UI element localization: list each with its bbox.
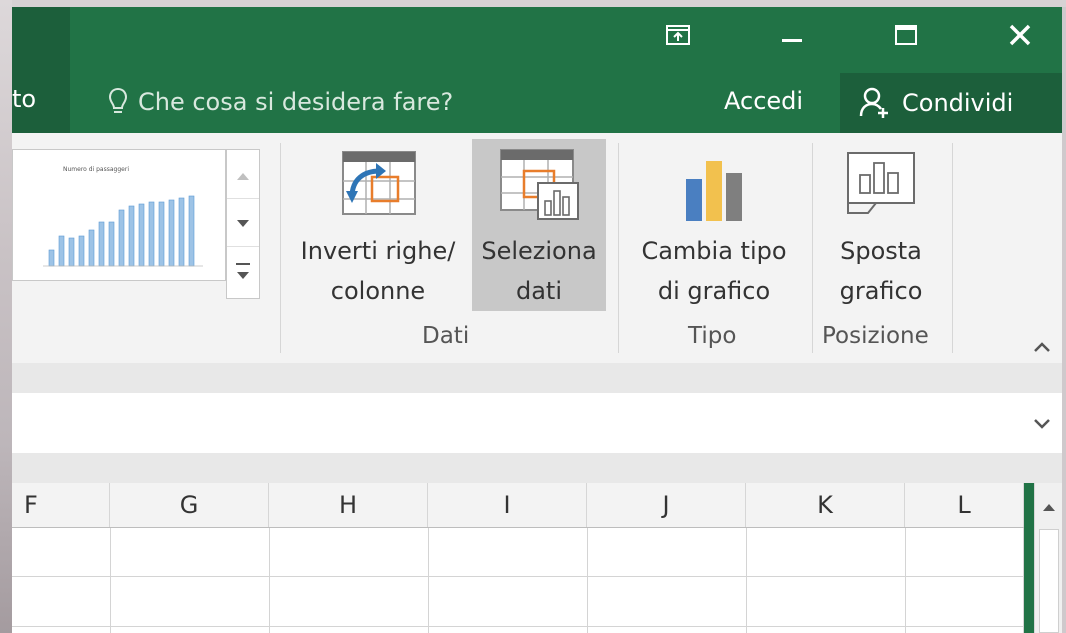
gallery-scroll-down-button[interactable] (227, 198, 259, 247)
scroll-up-button[interactable] (1035, 493, 1062, 521)
vertical-scrollbar[interactable] (1034, 483, 1062, 633)
maximize-button[interactable] (874, 7, 938, 63)
chart-style-preview-title: Numero di passaggeri (63, 166, 129, 173)
chevron-up-icon (1034, 342, 1050, 352)
close-icon (1009, 24, 1031, 46)
column-header-f[interactable]: F (12, 483, 110, 527)
move-chart-label-1: Sposta (840, 237, 922, 265)
minimize-icon (782, 39, 802, 42)
sheet-gap (12, 453, 1062, 483)
ribbon-separator (952, 143, 953, 353)
change-chart-type-icon (686, 161, 742, 221)
ribbon-separator (280, 143, 281, 353)
column-header-i[interactable]: I (428, 483, 587, 527)
triangle-down-icon (237, 220, 249, 227)
sign-in-link[interactable]: Accedi (724, 87, 803, 115)
gallery-more-icon (236, 263, 250, 279)
triangle-up-icon (237, 173, 249, 180)
column-gridline (587, 528, 588, 633)
lightbulb-icon (108, 87, 128, 113)
group-label-dati: Dati (422, 323, 470, 349)
share-person-icon (859, 87, 888, 118)
active-tab-region (12, 7, 70, 133)
collapse-ribbon-button[interactable] (1028, 333, 1056, 361)
group-label-posizione: Posizione (822, 323, 929, 349)
formula-bar-gap (12, 363, 1062, 393)
excel-window: to Che cosa si desidera fare? Accedi Con… (12, 7, 1062, 633)
close-button[interactable] (988, 7, 1052, 63)
ribbon-display-icon (666, 25, 690, 45)
column-header-h[interactable]: H (269, 483, 428, 527)
column-gridline (428, 528, 429, 633)
ribbon-display-options-button[interactable] (646, 7, 710, 63)
move-chart-label-2: grafico (839, 277, 923, 305)
share-label: Condividi (902, 89, 1014, 117)
column-header-j[interactable]: J (587, 483, 746, 527)
ribbon-separator (812, 143, 813, 353)
formula-bar[interactable] (12, 393, 1062, 454)
triangle-up-icon (1043, 504, 1055, 511)
column-header-g[interactable]: G (110, 483, 269, 527)
maximize-icon (895, 25, 917, 45)
change-chart-type-label-1: Cambia tipo (641, 237, 787, 265)
column-gridline (1023, 528, 1024, 633)
select-data-icon (500, 149, 579, 220)
column-header-k[interactable]: K (746, 483, 905, 527)
minimize-button[interactable] (760, 7, 824, 63)
tell-me-placeholder: Che cosa si desidera fare? (138, 88, 454, 116)
move-chart-button[interactable]: Sposta grafico (816, 139, 946, 311)
worksheet-cells[interactable] (12, 528, 1024, 633)
chevron-down-icon (1034, 419, 1050, 429)
gallery-scroll-control (226, 149, 260, 299)
select-data-label-2: dati (515, 277, 563, 305)
gallery-scroll-up-button[interactable] (227, 150, 259, 199)
column-headers: F G H I J K L (12, 483, 1024, 528)
change-chart-type-label-2: di grafico (657, 277, 771, 305)
ribbon: Numero di passaggeri Inverti righe/ colo… (12, 133, 1062, 364)
column-gridline (746, 528, 747, 633)
select-data-button[interactable]: Seleziona dati (472, 139, 606, 311)
switch-row-column-label-1: Inverti righe/ (300, 237, 456, 265)
switch-row-column-label-2: colonne (330, 277, 426, 305)
column-header-l[interactable]: L (905, 483, 1024, 527)
desktop-background-top (0, 0, 1066, 7)
switch-row-column-icon (342, 151, 416, 215)
row-gridline (12, 576, 1024, 577)
gallery-expand-button[interactable] (227, 246, 259, 298)
chart-style-preview-bars (43, 195, 203, 267)
column-gridline (110, 528, 111, 633)
share-button[interactable]: Condividi (840, 73, 1062, 133)
move-chart-icon (847, 152, 915, 214)
desktop-background-left (0, 0, 12, 633)
select-data-label-1: Seleziona (481, 237, 597, 265)
change-chart-type-button[interactable]: Cambia tipo di grafico (624, 139, 804, 311)
column-gridline (905, 528, 906, 633)
group-label-tipo: Tipo (688, 323, 737, 349)
tell-me-search[interactable]: Che cosa si desidera fare? (108, 87, 453, 117)
ribbon-separator (618, 143, 619, 353)
row-gridline (12, 626, 1024, 627)
tab-partial-label[interactable]: to (12, 85, 36, 113)
scroll-thumb[interactable] (1039, 529, 1059, 633)
switch-row-column-button[interactable]: Inverti righe/ colonne (288, 139, 468, 311)
column-gridline (269, 528, 270, 633)
expand-formula-bar-button[interactable] (1028, 409, 1056, 437)
chart-style-preview[interactable]: Numero di passaggeri (12, 149, 226, 281)
